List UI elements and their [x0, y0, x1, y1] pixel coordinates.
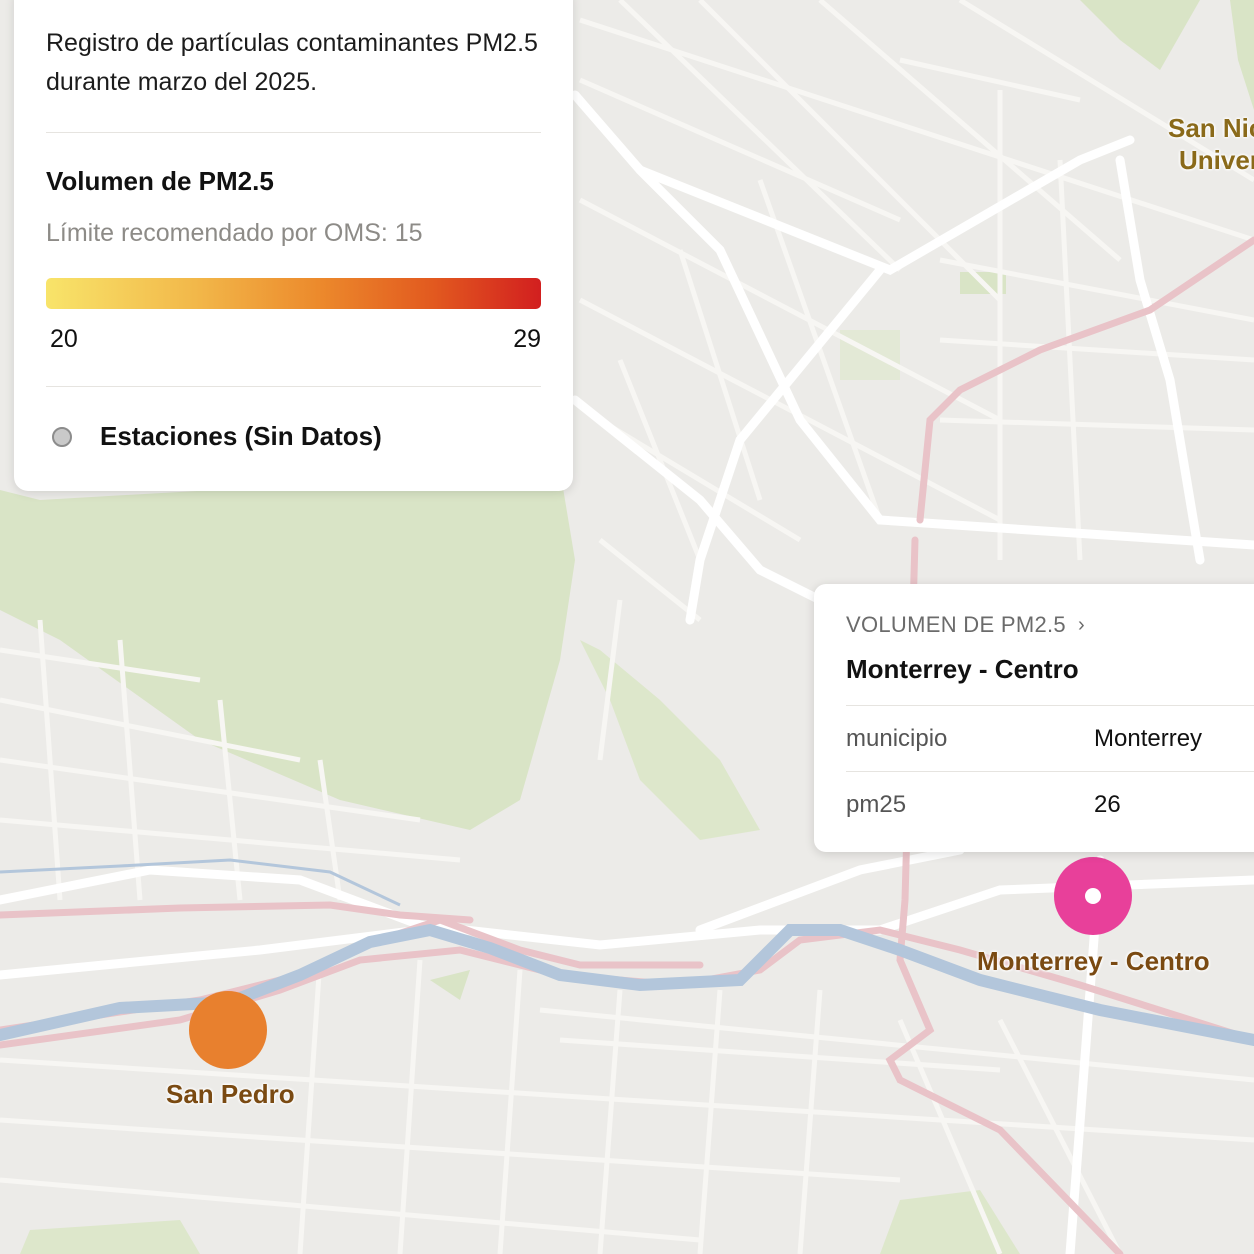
- popup-value: Monterrey: [1094, 724, 1203, 752]
- popup-value: 26: [1094, 790, 1121, 818]
- park-area: [20, 1220, 200, 1254]
- legend-subtitle: Límite recomendado por OMS: 15: [46, 219, 423, 247]
- station-label-monterrey-centro: Monterrey - Centro: [977, 946, 1210, 976]
- city-label-san-nicolas: San Nic Univer: [1168, 112, 1254, 176]
- city-label-line2: Univer: [1179, 145, 1254, 175]
- station-label-san-pedro: San Pedro: [166, 1079, 295, 1109]
- park-area: [1230, 0, 1254, 110]
- station-popup: VOLUMEN DE PM2.5 › Monterrey - Centro mu…: [814, 584, 1254, 852]
- popup-title: Monterrey - Centro: [846, 654, 1079, 684]
- legend-item-label: Estaciones (Sin Datos): [100, 421, 382, 451]
- legend-item-stations[interactable]: Estaciones (Sin Datos): [46, 421, 541, 452]
- popup-key: municipio: [846, 724, 948, 752]
- legend-description: Registro de partículas contaminantes PM2…: [46, 29, 538, 96]
- station-marker-san-pedro[interactable]: [189, 991, 267, 1069]
- park-area: [1080, 0, 1200, 70]
- park-area: [0, 470, 575, 830]
- popup-key: pm25: [846, 790, 907, 818]
- scale-range: 20 29: [50, 325, 541, 354]
- selected-marker-dot: [1085, 888, 1101, 904]
- chevron-right-icon: ›: [1077, 613, 1085, 636]
- popup-row: pm25 26: [846, 772, 1254, 837]
- station-dot-icon: [52, 426, 72, 447]
- city-label-line1: San Nic: [1168, 113, 1254, 143]
- popup-row: municipio Monterrey: [846, 706, 1254, 771]
- divider: [46, 386, 541, 387]
- park-area: [840, 330, 900, 380]
- park-area: [430, 970, 470, 1000]
- popup-layer-name: VOLUMEN DE PM2.5: [846, 612, 1066, 637]
- color-scale-bar: [46, 278, 541, 309]
- legend-panel: Registro de partículas contaminantes PM2…: [14, 0, 573, 491]
- park-area: [880, 1190, 1020, 1254]
- legend-title: Volumen de PM2.5: [46, 166, 274, 196]
- station-marker-monterrey-centro[interactable]: [1054, 857, 1132, 935]
- divider: [46, 132, 541, 133]
- popup-layer-link[interactable]: VOLUMEN DE PM2.5 ›: [846, 612, 1254, 638]
- scale-max: 29: [513, 325, 541, 353]
- park-area: [580, 640, 760, 840]
- scale-min: 20: [50, 325, 78, 353]
